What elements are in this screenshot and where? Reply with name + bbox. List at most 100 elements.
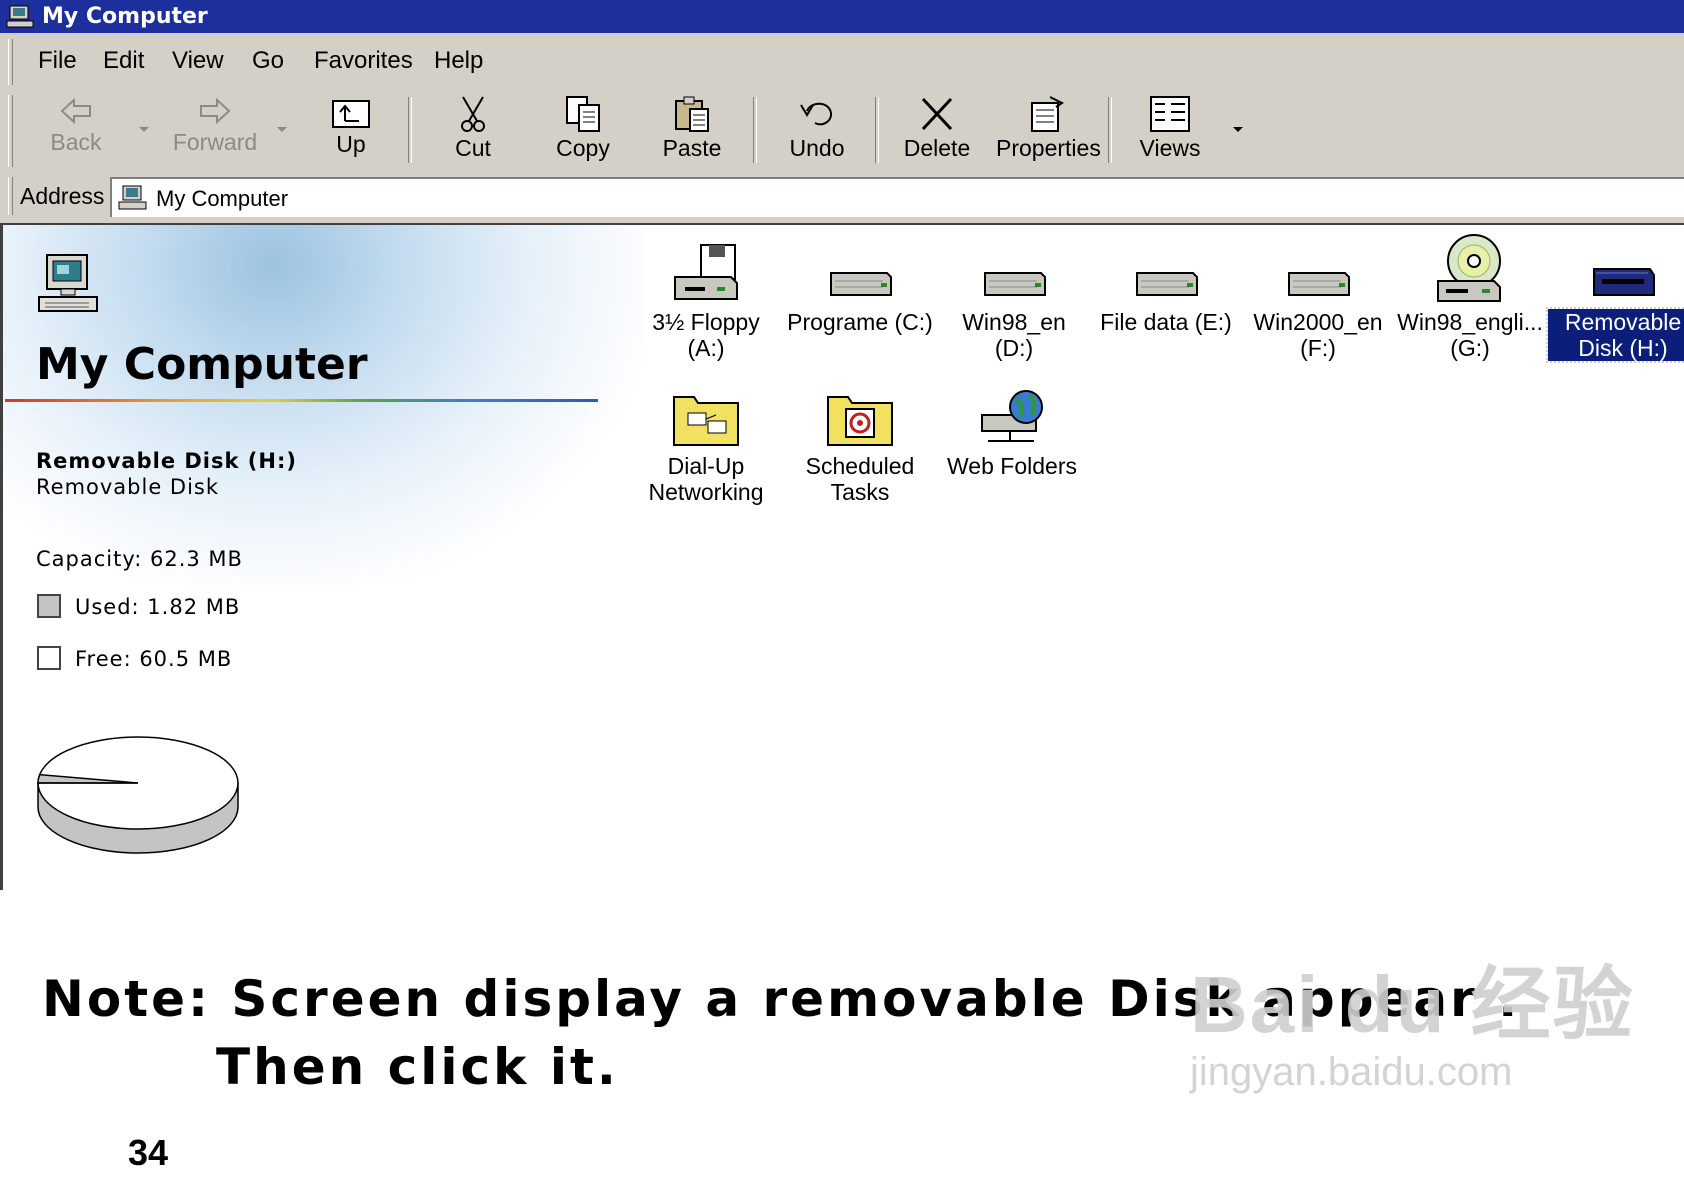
views-dropdown-icon[interactable] bbox=[1233, 127, 1243, 132]
address-value: My Computer bbox=[156, 186, 289, 211]
free-text: Free: 60.5 MB bbox=[75, 647, 233, 671]
copy-button[interactable]: Copy bbox=[548, 95, 618, 167]
dialup-folder-icon bbox=[673, 396, 739, 446]
views-grid-icon bbox=[1150, 96, 1190, 132]
up-button[interactable]: Up bbox=[320, 95, 382, 167]
watermark-brand: Bai du 经验 bbox=[1190, 960, 1635, 1049]
removable-disk-icon bbox=[1593, 268, 1655, 296]
back-arrow-icon bbox=[60, 97, 91, 125]
used-text: Used: 1.82 MB bbox=[75, 595, 241, 619]
properties-button[interactable]: Properties bbox=[996, 95, 1101, 167]
floppy-drive-icon bbox=[674, 244, 738, 300]
cd-drive-icon bbox=[1437, 234, 1501, 302]
properties-icon bbox=[1031, 96, 1064, 132]
back-dropdown-icon[interactable] bbox=[139, 127, 149, 132]
used-legend-swatch bbox=[37, 594, 61, 618]
address-bar: Address My Computer bbox=[0, 171, 1684, 223]
toolbar-separator bbox=[753, 97, 757, 163]
computer-icon bbox=[6, 5, 34, 28]
menu-bar: File Edit View Go Favorites Help bbox=[0, 33, 1684, 92]
icon-label: Scheduled Tasks bbox=[805, 453, 915, 505]
hard-drive-icon bbox=[830, 272, 892, 296]
properties-label: Properties bbox=[996, 135, 1101, 161]
menu-go[interactable]: Go bbox=[252, 47, 284, 75]
icon-drive-f[interactable]: Win2000_en (F:) bbox=[1243, 243, 1393, 361]
web-folders-icon bbox=[981, 390, 1043, 442]
icon-drive-e[interactable]: File data (E:) bbox=[1091, 243, 1241, 335]
explorer-window: My Computer File Edit View Go Favorites … bbox=[0, 0, 1684, 890]
icon-label: Win2000_en (F:) bbox=[1253, 309, 1383, 361]
free-legend-swatch bbox=[37, 646, 61, 670]
hard-drive-icon bbox=[1136, 272, 1198, 296]
hard-drive-icon bbox=[984, 272, 1046, 296]
instruction-note-line2: Then click it. bbox=[216, 1038, 619, 1096]
folder-view: My Computer Removable Disk (H:) Removabl… bbox=[0, 223, 1684, 890]
icon-dialup-networking[interactable]: Dial-Up Networking bbox=[631, 387, 781, 505]
page-number: 34 bbox=[128, 1132, 169, 1173]
forward-arrow-icon bbox=[200, 97, 231, 125]
title-divider bbox=[5, 399, 598, 402]
my-computer-icon bbox=[38, 254, 98, 312]
address-grip[interactable] bbox=[8, 177, 13, 215]
delete-label: Delete bbox=[903, 135, 971, 161]
forward-label: Forward bbox=[172, 129, 258, 155]
icon-scheduled-tasks[interactable]: Scheduled Tasks bbox=[785, 387, 935, 505]
delete-button[interactable]: Delete bbox=[900, 95, 974, 167]
icon-removable-disk-h[interactable]: Removable Disk (H:) bbox=[1546, 243, 1684, 363]
icon-label: Removable Disk (H:) bbox=[1546, 307, 1684, 363]
paste-label: Paste bbox=[662, 135, 722, 161]
scissors-icon bbox=[461, 96, 485, 132]
cut-label: Cut bbox=[455, 135, 491, 161]
icon-drive-c[interactable]: Programe (C:) bbox=[785, 243, 935, 335]
icon-label: Win98_engli... (G:) bbox=[1397, 309, 1543, 361]
computer-icon bbox=[118, 185, 147, 210]
menu-view[interactable]: View bbox=[172, 47, 224, 75]
undo-label: Undo bbox=[789, 135, 845, 161]
icon-label: Win98_en (D:) bbox=[962, 309, 1066, 361]
menu-grip[interactable] bbox=[8, 39, 13, 85]
icon-label: Dial-Up Networking bbox=[648, 453, 764, 505]
menu-favorites[interactable]: Favorites bbox=[314, 47, 413, 75]
standard-toolbar: Back Forward Up Cut Copy Paste Undo Dele… bbox=[0, 91, 1684, 172]
menu-help[interactable]: Help bbox=[434, 47, 483, 75]
forward-dropdown-icon[interactable] bbox=[277, 127, 287, 132]
icon-label: File data (E:) bbox=[1100, 309, 1232, 335]
toolbar-separator bbox=[875, 97, 879, 163]
selected-item-type: Removable Disk bbox=[36, 475, 220, 499]
icon-web-folders[interactable]: Web Folders bbox=[937, 387, 1087, 479]
paste-icon bbox=[675, 96, 709, 132]
baidu-watermark: Bai du 经验 jingyan.baidu.com bbox=[1190, 940, 1635, 1095]
cut-button[interactable]: Cut bbox=[440, 95, 506, 167]
toolbar-separator bbox=[1108, 97, 1112, 163]
undo-arrow-icon bbox=[800, 102, 833, 126]
watermark-url: jingyan.baidu.com bbox=[1190, 1050, 1513, 1094]
delete-x-icon bbox=[921, 97, 953, 131]
forward-button[interactable]: Forward bbox=[170, 95, 260, 167]
address-field[interactable]: My Computer bbox=[110, 177, 1684, 217]
copy-icon bbox=[566, 96, 600, 132]
icon-drive-g[interactable]: Win98_engli... (G:) bbox=[1395, 231, 1545, 361]
menu-edit[interactable]: Edit bbox=[103, 47, 144, 75]
disk-usage-pie-chart bbox=[37, 736, 239, 854]
icon-drive-d[interactable]: Win98_en (D:) bbox=[939, 243, 1089, 361]
address-label: Address bbox=[20, 183, 105, 209]
undo-button[interactable]: Undo bbox=[784, 95, 850, 167]
menu-file[interactable]: File bbox=[38, 47, 77, 75]
window-title: My Computer bbox=[42, 4, 208, 29]
back-label: Back bbox=[50, 129, 102, 155]
icon-label: 3½ Floppy (A:) bbox=[652, 309, 760, 361]
copy-label: Copy bbox=[556, 135, 610, 161]
views-label: Views bbox=[1139, 135, 1201, 161]
paste-button[interactable]: Paste bbox=[656, 95, 728, 167]
views-button[interactable]: Views bbox=[1134, 95, 1206, 167]
title-bar[interactable]: My Computer bbox=[0, 0, 1684, 33]
icon-floppy-a[interactable]: 3½ Floppy (A:) bbox=[631, 243, 781, 361]
back-button[interactable]: Back bbox=[36, 95, 116, 167]
up-folder-icon bbox=[332, 100, 370, 128]
hard-drive-icon bbox=[1288, 272, 1350, 296]
icon-label: Web Folders bbox=[947, 453, 1077, 479]
toolbar-separator bbox=[408, 97, 412, 163]
icon-label: Programe (C:) bbox=[787, 309, 933, 335]
up-label: Up bbox=[336, 131, 366, 157]
toolbar-grip[interactable] bbox=[8, 95, 13, 167]
